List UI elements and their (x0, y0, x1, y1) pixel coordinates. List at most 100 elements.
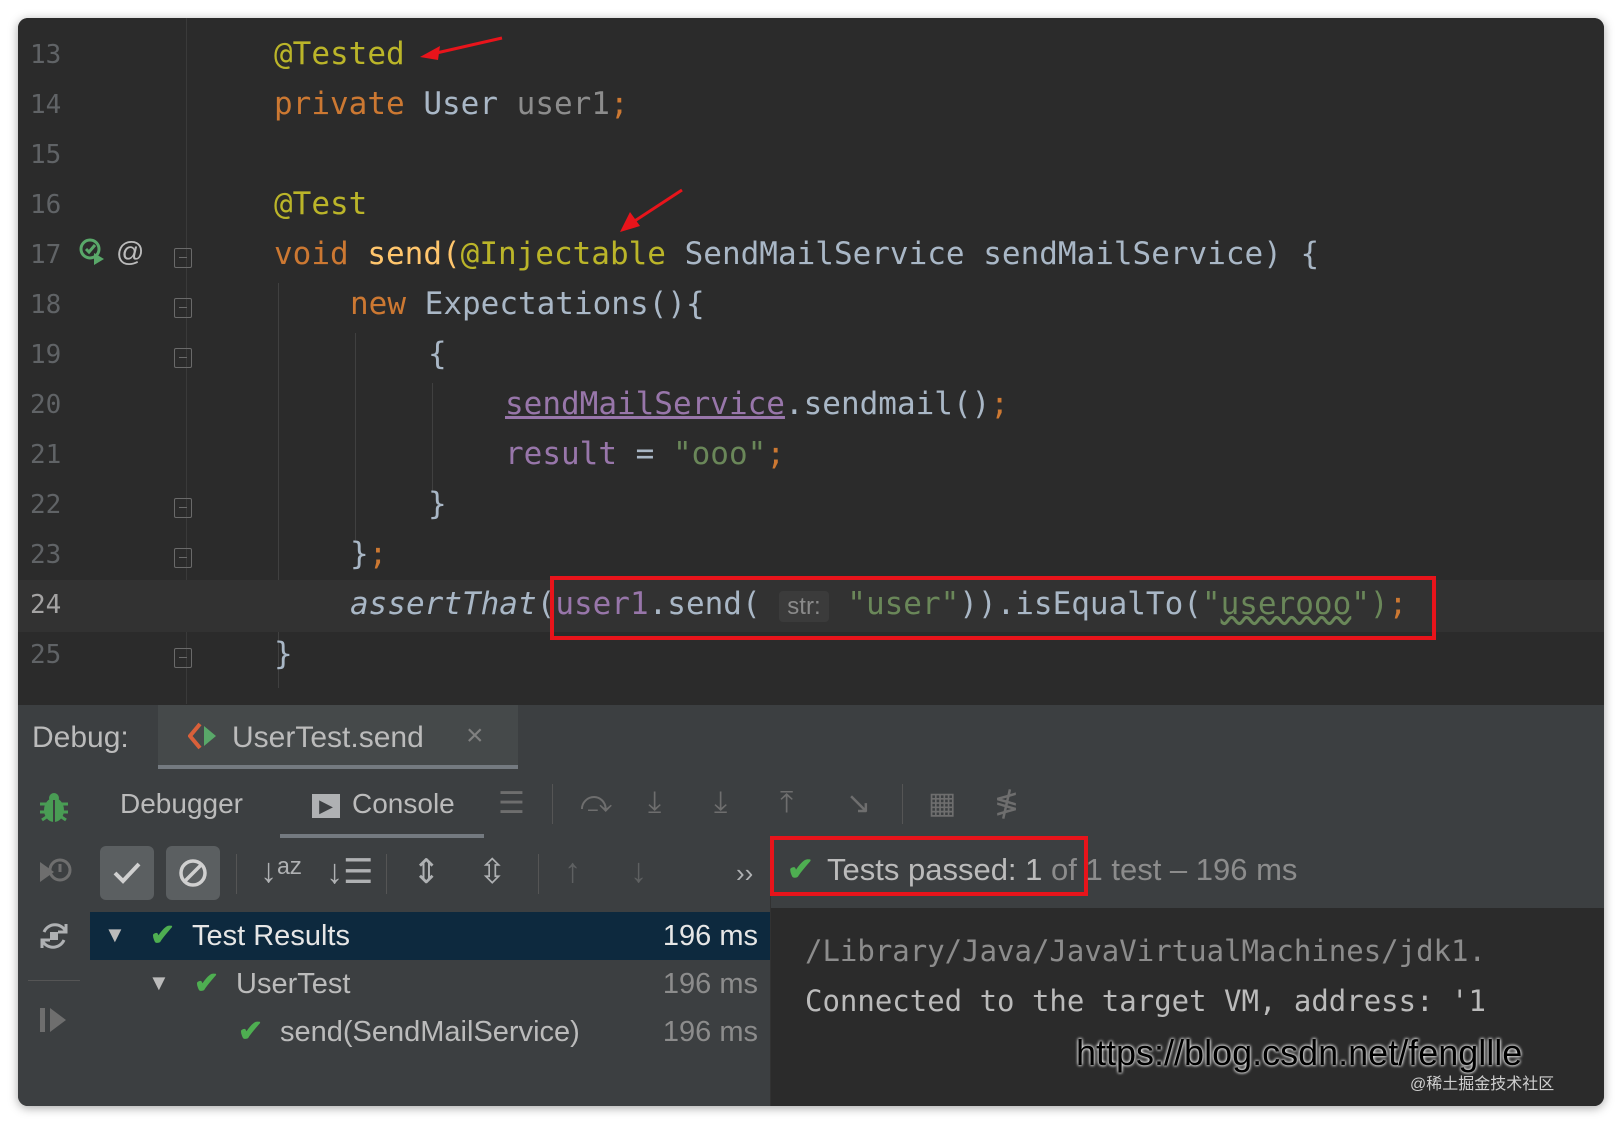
line-number: 18 (30, 290, 62, 320)
bug-icon[interactable] (36, 790, 72, 826)
step-into-icon[interactable]: ⤓ (648, 786, 661, 820)
tree-row-usertest[interactable]: ▼ ✔ UserTest 196 ms (90, 960, 770, 1008)
code-editor[interactable]: 13 @Tested 14 private User user1; 15 16 … (18, 18, 1604, 730)
line-number: 15 (30, 140, 62, 170)
code-text: { (428, 336, 447, 372)
debug-label: Debug: (32, 721, 129, 754)
fold-marker-icon[interactable] (174, 498, 192, 518)
fold-marker-icon[interactable] (174, 248, 192, 268)
toolbar-divider (902, 784, 903, 824)
console-line-connected: Connected to the target VM, address: '1 (805, 984, 1486, 1018)
trace-icon[interactable]: ≸ (994, 786, 1019, 821)
code-line-23[interactable]: 23 }; (18, 530, 1604, 582)
fold-marker-icon[interactable] (174, 548, 192, 568)
tree-row-test-results[interactable]: ▼ ✔ Test Results 196 ms (90, 912, 770, 960)
show-ignored-toggle[interactable] (166, 846, 220, 900)
line-number: 24 (30, 590, 62, 620)
debug-session-tab[interactable]: UserTest.send × (158, 705, 518, 769)
close-icon[interactable]: × (466, 719, 484, 753)
fold-marker-icon[interactable] (174, 348, 192, 368)
console-line-java-path: /Library/Java/JavaVirtualMachines/jdk1. (805, 934, 1486, 968)
expand-all-icon[interactable]: ⇕ (412, 852, 441, 892)
line-number: 22 (30, 490, 62, 520)
code-line-20[interactable]: 20 sendMailService.sendmail(); (18, 380, 1604, 432)
force-step-into-icon[interactable]: ⤓ (714, 786, 727, 820)
run-to-cursor-icon[interactable]: ↘ (846, 786, 871, 821)
tested-annotation: @Tested (274, 36, 405, 72)
line-number: 25 (30, 640, 62, 670)
fold-marker-icon[interactable] (174, 648, 192, 668)
resume-icon[interactable] (36, 1002, 72, 1038)
toolbar-divider (538, 854, 539, 894)
code-text: private User user1; (274, 86, 629, 122)
passed-check-icon: ✔ (194, 967, 220, 1000)
code-text: } (274, 636, 293, 672)
code-text: void send(@Injectable SendMailService se… (274, 236, 1320, 272)
code-line-16[interactable]: 16 @Test (18, 180, 1604, 232)
tree-item-label: send(SendMailService) (280, 1016, 580, 1048)
line-number: 20 (30, 390, 62, 420)
toolbar-divider (28, 980, 80, 981)
run-test-icon[interactable] (78, 237, 108, 274)
red-arrow-icon (420, 36, 503, 60)
next-failed-icon[interactable]: ↓ (630, 852, 647, 891)
code-line-22[interactable]: 22 } (18, 480, 1604, 532)
debug-subtabs-toolbar: Debugger ▶ Console ☰ ⤼ ⤓ ⤓ ⤒ ↘ ▦ ≸ (90, 770, 1604, 839)
code-line-15[interactable]: 15 (18, 130, 1604, 182)
restart-icon[interactable] (36, 918, 72, 954)
expand-triangle-icon[interactable]: ▼ (104, 922, 126, 948)
code-line-21[interactable]: 21 result = "ooo"; (18, 430, 1604, 482)
junit-icon (187, 722, 218, 755)
show-passed-toggle[interactable] (100, 846, 154, 900)
injection-at-icon[interactable]: @ (116, 236, 144, 268)
tab-console[interactable]: ▶ Console (312, 788, 455, 820)
previous-failed-icon[interactable]: ↑ (564, 852, 581, 891)
tree-item-duration: 196 ms (662, 920, 758, 952)
code-text: new Expectations(){ (350, 286, 705, 322)
assertion-highlight-box (550, 576, 1436, 640)
line-number: 16 (30, 190, 62, 220)
collapse-all-icon[interactable]: ⇳ (478, 852, 507, 892)
layout-menu-icon[interactable]: ☰ (498, 786, 525, 821)
code-text: result = "ooo"; (505, 436, 785, 472)
toolbar-divider (386, 854, 387, 894)
test-results-panel: ↓ᵃᶻ ↓☰ ⇕ ⇳ ↑ ↓ ›› ▼ ✔ Test Results 196 m… (90, 838, 770, 1106)
sort-alphabetically-icon[interactable]: ↓ᵃᶻ (260, 852, 302, 891)
tree-item-duration: 196 ms (662, 968, 758, 1000)
sort-by-duration-icon[interactable]: ↓☰ (326, 852, 373, 892)
tree-item-duration: 196 ms (662, 1016, 758, 1048)
step-over-icon[interactable]: ⤼ (580, 786, 612, 820)
code-text: }; (350, 536, 388, 572)
code-line-19[interactable]: 19 { (18, 330, 1604, 382)
red-arrow-icon (620, 188, 683, 232)
tab-debugger[interactable]: Debugger (120, 788, 243, 820)
debug-left-toolbar (18, 770, 91, 1106)
expand-triangle-icon[interactable]: ▼ (148, 970, 170, 996)
tree-row-send[interactable]: ✔ send(SendMailService) 196 ms (90, 1008, 770, 1056)
line-number: 21 (30, 440, 62, 470)
code-line-17[interactable]: 17 @ void send(@Injectable SendMailServi… (18, 230, 1604, 282)
code-line-14[interactable]: 14 private User user1; (18, 80, 1604, 132)
tree-item-label: UserTest (236, 968, 351, 1000)
fold-marker-icon[interactable] (174, 298, 192, 318)
community-watermark: @稀土掘金技术社区 (1410, 1076, 1555, 1093)
code-text: sendMailService.sendmail(); (505, 386, 1009, 422)
passed-check-icon: ✔ (150, 919, 176, 952)
rerun-failed-icon[interactable] (36, 854, 72, 890)
step-out-icon[interactable]: ⤒ (780, 786, 793, 820)
ide-window: 13 @Tested 14 private User user1; 15 16 … (18, 18, 1604, 1106)
passed-check-icon: ✔ (238, 1015, 264, 1048)
more-actions-icon[interactable]: ›› (736, 858, 753, 889)
line-number: 19 (30, 340, 62, 370)
code-text: } (428, 486, 447, 522)
toolbar-divider (552, 784, 553, 824)
toolbar-divider (236, 854, 237, 894)
test-annotation: @Test (274, 186, 368, 222)
code-line-13[interactable]: 13 @Tested (18, 30, 1604, 82)
blog-url-watermark: https://blog.csdn.net/fengllle (1076, 1032, 1523, 1073)
tests-passed-highlight-box (770, 836, 1088, 896)
line-number: 14 (30, 90, 62, 120)
evaluate-expression-icon[interactable]: ▦ (928, 786, 956, 821)
code-line-18[interactable]: 18 new Expectations(){ (18, 280, 1604, 332)
line-number: 13 (30, 40, 62, 70)
